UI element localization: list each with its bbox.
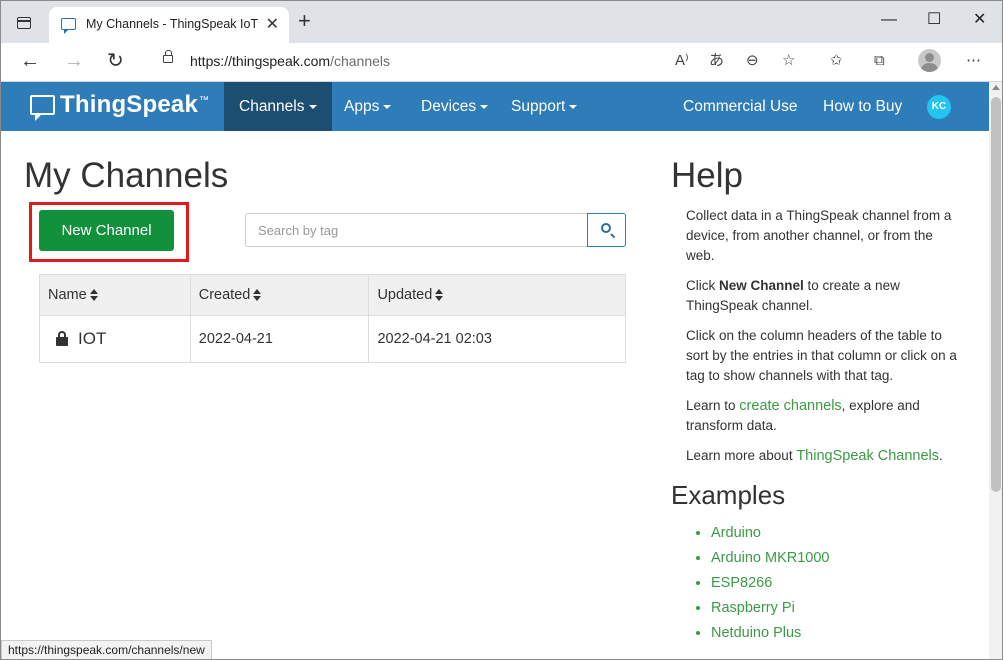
example-link-arduino-mkr1000[interactable]: Arduino MKR1000 [711,546,961,571]
help-paragraph: Learn more about ThingSpeak Channels. [686,448,943,464]
site-navbar: ThingSpeak ™ Channels Apps Devices Suppo… [1,82,989,131]
brand-trademark: ™ [199,95,210,106]
browser-window: My Channels - ThingSpeak IoT ✕ + — ☐ ✕ ←… [0,0,1003,660]
nav-commercial-use[interactable]: Commercial Use [683,82,798,131]
page-title: My Channels [24,156,229,195]
search-button[interactable] [587,213,626,247]
help-paragraph: Click New Channel to create a new ThingS… [686,278,900,313]
new-channel-button[interactable]: New Channel [39,210,174,251]
caret-down-icon [569,104,578,109]
url-text[interactable]: https://thingspeak.com/channels [190,53,390,69]
back-icon[interactable]: ← [20,51,40,71]
channel-name-link[interactable]: IOT [78,329,106,348]
zoom-out-icon[interactable]: ⊖ [746,52,759,70]
close-tab-icon[interactable]: ✕ [266,14,279,34]
created-cell: 2022-04-21 [189,315,370,363]
more-menu-icon[interactable]: ⋯ [966,52,981,70]
forward-icon[interactable]: → [64,51,84,71]
example-link-netduino-plus[interactable]: Netduino Plus [711,621,961,646]
nav-devices[interactable]: Devices [421,82,489,131]
channels-table: Name Created Updated IOT 2022-04-21 2022… [39,274,626,363]
help-paragraph: Learn to create channels, explore and tr… [686,398,920,433]
example-link-arduino[interactable]: Arduino [711,521,961,546]
address-bar: ← → ↻ https://thingspeak.com/channels A⁾… [1,43,1002,82]
updated-cell: 2022-04-21 02:03 [368,315,626,363]
examples-list: Arduino Arduino MKR1000 ESP8266 Raspberr… [711,521,961,646]
thingspeak-channels-link[interactable]: ThingSpeak Channels [796,448,939,464]
nav-apps[interactable]: Apps [344,82,392,131]
translate-icon[interactable]: あ [709,52,724,70]
create-channels-link[interactable]: create channels [739,398,841,414]
example-link-esp8266[interactable]: ESP8266 [711,571,961,596]
brand-logo[interactable]: ThingSpeak ™ [30,91,210,121]
nav-how-to-buy[interactable]: How to Buy [823,82,902,131]
table-header-row: Name Created Updated [39,274,626,316]
column-header-created[interactable]: Created [189,274,370,316]
sort-icon [435,289,444,302]
example-link-raspberry-pi[interactable]: Raspberry Pi [711,596,961,621]
favorites-icon[interactable]: ✩ [830,52,843,70]
help-paragraph: Collect data in a ThingSpeak channel fro… [686,208,952,263]
nav-channels[interactable]: Channels [224,82,332,131]
collections-icon[interactable]: ⧉ [874,52,885,70]
speech-bubble-icon [30,95,55,121]
read-aloud-icon[interactable]: A⁾ [675,52,689,70]
sort-icon [253,289,262,302]
sort-icon [89,289,98,302]
site-lock-icon[interactable] [163,50,173,63]
channel-name-cell[interactable]: IOT [39,315,191,363]
column-header-updated[interactable]: Updated [368,274,626,316]
search-by-tag-input[interactable] [245,213,589,247]
profile-icon[interactable] [918,49,941,72]
search-icon [601,223,611,233]
help-title: Help [671,156,743,195]
column-header-name[interactable]: Name [39,274,191,316]
tab-strip: My Channels - ThingSpeak IoT ✕ + — ☐ ✕ [1,1,1002,43]
caret-down-icon [383,104,392,109]
add-favorite-icon[interactable]: ☆ [782,52,795,70]
new-tab-icon[interactable]: + [298,10,311,32]
chat-bubble-icon [61,18,76,34]
scroll-up-icon[interactable] [992,85,1000,90]
browser-tab[interactable]: My Channels - ThingSpeak IoT ✕ [49,7,289,43]
tab-title: My Channels - ThingSpeak IoT [86,17,259,31]
table-row: IOT 2022-04-21 2022-04-21 02:03 [39,315,626,363]
scrollbar-thumb[interactable] [991,97,1001,492]
help-paragraph: Click on the column headers of the table… [686,328,957,383]
minimize-icon[interactable]: — [881,11,897,29]
refresh-icon[interactable]: ↻ [107,51,124,71]
tab-actions-icon[interactable] [17,17,31,29]
close-window-icon[interactable]: ✕ [973,11,986,29]
examples-title: Examples [671,480,786,510]
maximize-icon[interactable]: ☐ [927,11,941,29]
brand-name: ThingSpeak [60,91,199,118]
nav-support[interactable]: Support [511,82,578,131]
status-url-tooltip: https://thingspeak.com/channels/new [1,640,212,659]
user-avatar[interactable]: KC [927,95,951,119]
help-sidebar: Help Collect data in a ThingSpeak channe… [671,156,961,646]
lock-icon [56,330,68,346]
caret-down-icon [308,104,317,109]
caret-down-icon [480,104,489,109]
